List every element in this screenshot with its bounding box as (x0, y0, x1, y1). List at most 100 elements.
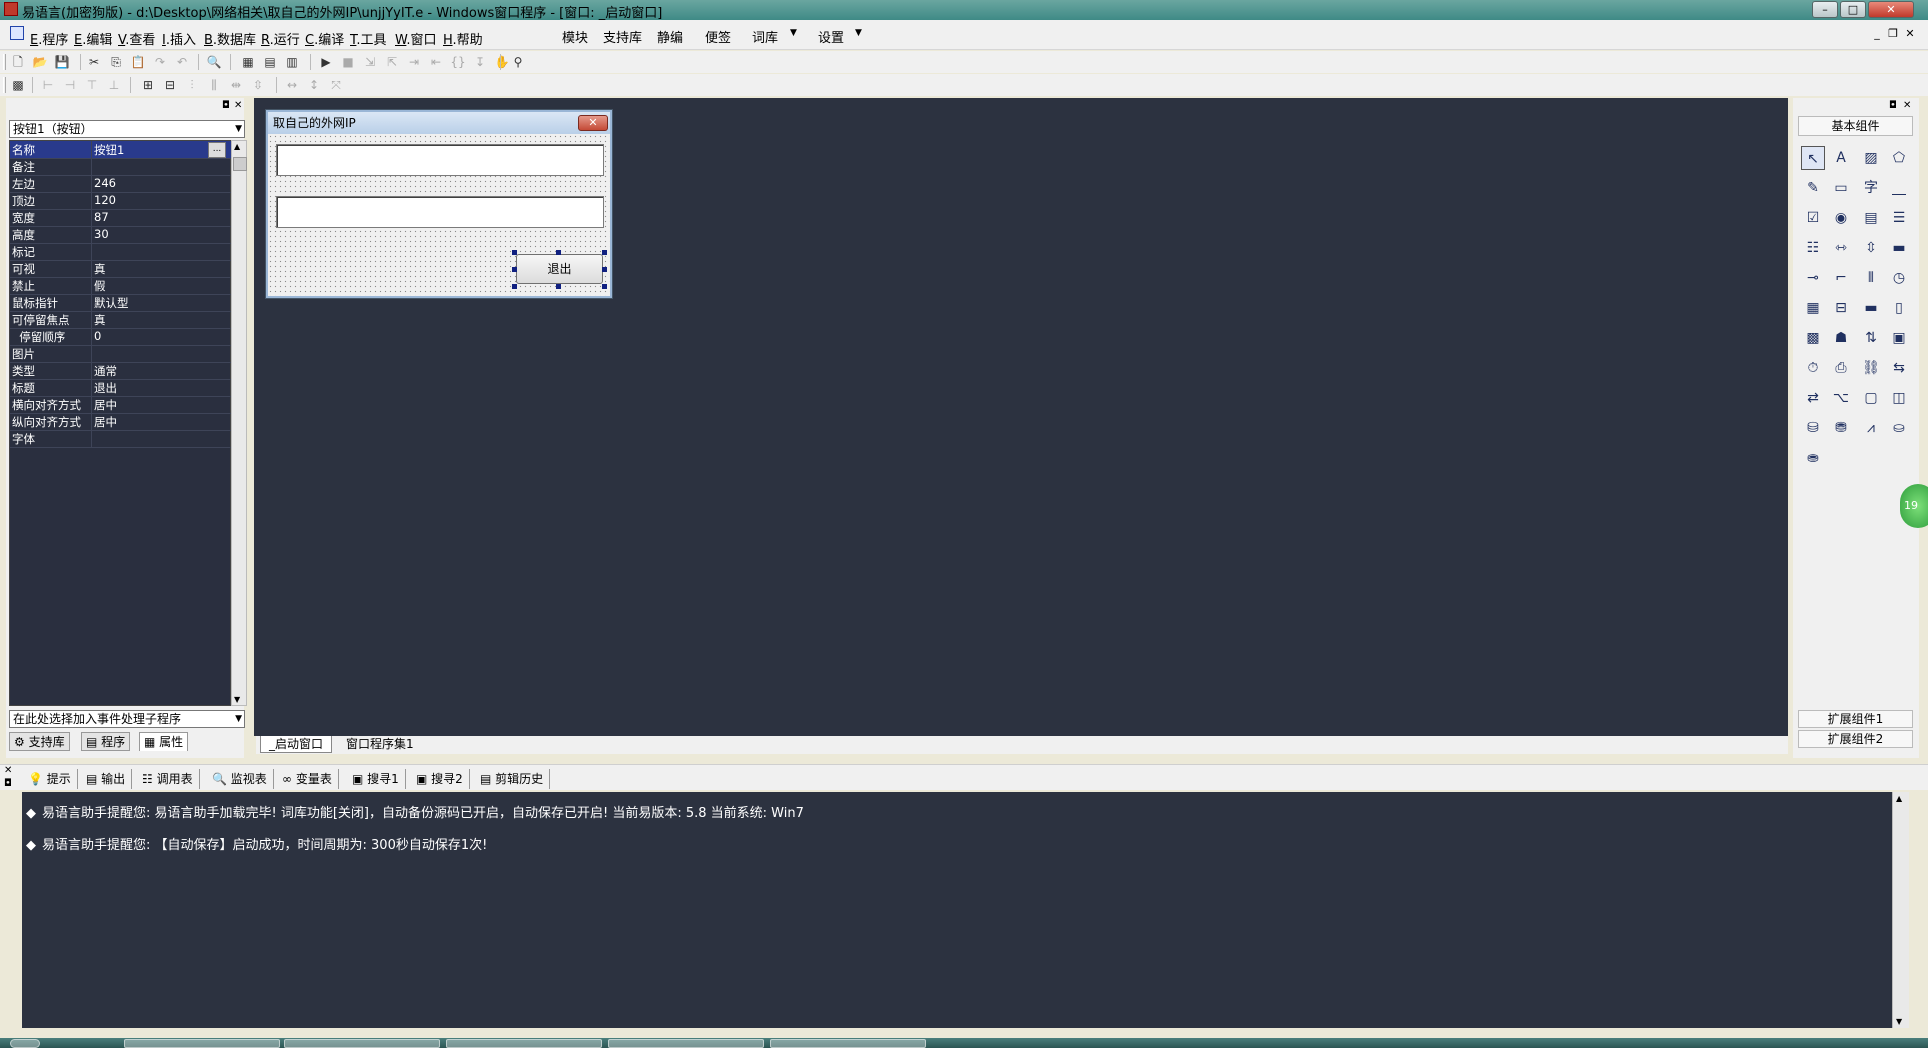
spinner-icon[interactable]: ⇅ (1859, 326, 1883, 350)
database-icon[interactable]: ⛁ (1801, 416, 1825, 440)
open-file-icon[interactable]: 📂 (32, 54, 48, 70)
menu-notes[interactable]: 便签 (705, 27, 731, 46)
extension-components-2[interactable]: 扩展组件2 (1798, 730, 1913, 748)
copy-icon[interactable]: ⎘ (108, 54, 124, 70)
label-icon[interactable]: A (1829, 146, 1853, 170)
space-tall-icon[interactable]: ⇳ (250, 77, 266, 93)
text-icon[interactable]: 字 (1859, 176, 1883, 200)
property-row[interactable]: 宽度 87 (10, 209, 232, 227)
menu-insert[interactable]: I.插入 (162, 29, 196, 48)
property-value[interactable]: 按钮1 (94, 142, 124, 158)
draw-board-icon[interactable]: ✎ (1801, 176, 1825, 200)
menu-help[interactable]: H.帮助 (443, 29, 483, 48)
menu-run[interactable]: R.运行 (261, 29, 300, 48)
property-value[interactable]: 退出 (94, 380, 117, 396)
resize-handle[interactable] (556, 250, 561, 255)
same-size-icon[interactable]: ⤧ (328, 77, 344, 93)
edit-box-2[interactable] (276, 196, 604, 228)
timer-icon[interactable]: ◷ (1887, 266, 1911, 290)
scroll-thumb[interactable] (233, 157, 247, 171)
menu-view[interactable]: V.查看 (118, 29, 155, 48)
window-icon[interactable]: ◫ (1887, 386, 1911, 410)
stop-icon[interactable]: ■ (340, 54, 356, 70)
taskbar-item[interactable] (446, 1039, 602, 1048)
property-row[interactable]: 左边 246 (10, 175, 232, 193)
save-icon[interactable]: 💾 (54, 54, 70, 70)
center-h-icon[interactable]: ⊞ (140, 77, 156, 93)
property-row[interactable]: 名称 按钮1... (10, 141, 232, 159)
minimize-button[interactable]: – (1812, 1, 1838, 18)
lexicon-dropdown-icon[interactable]: ▼ (790, 28, 797, 38)
resize-handle[interactable] (602, 250, 607, 255)
output-pin-icon[interactable]: ◘ (4, 778, 12, 789)
shape-icon[interactable]: ⬠ (1887, 146, 1911, 170)
property-value[interactable]: 真 (94, 312, 106, 328)
menu-static-compile[interactable]: 静编 (657, 27, 683, 46)
tab-start-window[interactable]: _启动窗口 (260, 736, 333, 753)
property-value[interactable]: 通常 (94, 363, 117, 379)
binoculars-icon[interactable]: ⚲ (510, 54, 526, 70)
tab-watch[interactable]: 🔍 监视表 (206, 769, 274, 789)
extension-components-1[interactable]: 扩展组件1 (1798, 710, 1913, 728)
property-row[interactable]: 可视 真 (10, 260, 232, 278)
scroll-down-icon[interactable]: ▼ (234, 695, 240, 704)
slider-icon[interactable]: ⊸ (1801, 266, 1825, 290)
taskbar-item[interactable] (124, 1039, 280, 1048)
port-icon[interactable]: ⌥ (1829, 386, 1853, 410)
tab-search-1[interactable]: ▣ 搜寻1 (346, 769, 406, 789)
menu-program[interactable]: E.程序 (30, 29, 68, 48)
resize-handle[interactable] (556, 284, 561, 289)
clock-icon[interactable]: ⏱ (1801, 356, 1825, 380)
same-width-icon[interactable]: ↔ (284, 77, 300, 93)
menu-lexicon[interactable]: 词库 (752, 27, 778, 46)
tab-support-lib[interactable]: ⚙ 支持库 (9, 732, 70, 751)
menu-module[interactable]: 模块 (562, 27, 588, 46)
hscroll-icon[interactable]: ⇿ (1829, 236, 1853, 260)
pointer-icon[interactable]: ↖ (1801, 146, 1825, 170)
property-row[interactable]: 字体 (10, 430, 232, 448)
db-provider-icon[interactable]: ⛃ (1829, 416, 1853, 440)
layout-icon-1[interactable]: ▦ (240, 54, 256, 70)
grid-icon[interactable]: ▩ (10, 77, 26, 93)
layout-icon-3[interactable]: ▥ (284, 54, 300, 70)
panel-icon[interactable]: ▢ (1859, 386, 1883, 410)
resize-handle[interactable] (512, 250, 517, 255)
property-value[interactable]: 居中 (94, 414, 117, 430)
mdi-minimize-icon[interactable]: _ (1870, 27, 1884, 41)
paste-icon[interactable]: 📋 (130, 54, 146, 70)
file-icon[interactable]: ▯ (1887, 296, 1911, 320)
odbc-db-icon[interactable]: ⛂ (1801, 446, 1825, 470)
odbc-icon[interactable]: ⛀ (1887, 416, 1911, 440)
maximize-button[interactable]: □ (1840, 1, 1866, 18)
tab-variables[interactable]: ∞ 变量表 (276, 769, 339, 789)
scroll-up-icon[interactable]: ▲ (1896, 794, 1902, 803)
property-row[interactable]: 高度 30 (10, 226, 232, 244)
resize-handle[interactable] (512, 284, 517, 289)
property-value[interactable]: 默认型 (94, 295, 129, 311)
menu-compile[interactable]: C.编译 (305, 29, 344, 48)
menu-support-lib[interactable]: 支持库 (603, 27, 642, 46)
cut-icon[interactable]: ✂ (86, 54, 102, 70)
network-icon[interactable]: ⛓ (1859, 356, 1883, 380)
taskbar-item[interactable] (608, 1039, 764, 1048)
output-scrollbar[interactable]: ▲ ▼ (1892, 792, 1909, 1028)
edit-box-1[interactable] (276, 144, 604, 176)
step-icon-5[interactable]: {} (450, 54, 466, 70)
resize-handle[interactable] (602, 284, 607, 289)
list-icon[interactable]: ☰ (1887, 206, 1911, 230)
tab-control-icon[interactable]: ⌐ (1829, 266, 1853, 290)
property-row[interactable]: 类型 通常 (10, 362, 232, 380)
tab-output[interactable]: ▤ 输出 (80, 769, 133, 789)
calendar-icon[interactable]: ▣ (1887, 326, 1911, 350)
color-picker-icon[interactable]: ▩ (1801, 326, 1825, 350)
tab-window-assembly[interactable]: 窗口程序集1 (338, 736, 422, 753)
menu-edit[interactable]: E.编辑 (74, 29, 112, 48)
basic-components-header[interactable]: 基本组件 (1798, 116, 1913, 136)
property-value[interactable]: 真 (94, 261, 106, 277)
tab-hints[interactable]: 💡 提示 (22, 769, 78, 789)
step-icon-1[interactable]: ⇲ (362, 54, 378, 70)
property-scrollbar[interactable]: ▲ ▼ (231, 140, 247, 706)
property-row[interactable]: 鼠标指针 默认型 (10, 294, 232, 312)
step-icon-2[interactable]: ⇱ (384, 54, 400, 70)
table-icon[interactable]: ▦ (1801, 296, 1825, 320)
